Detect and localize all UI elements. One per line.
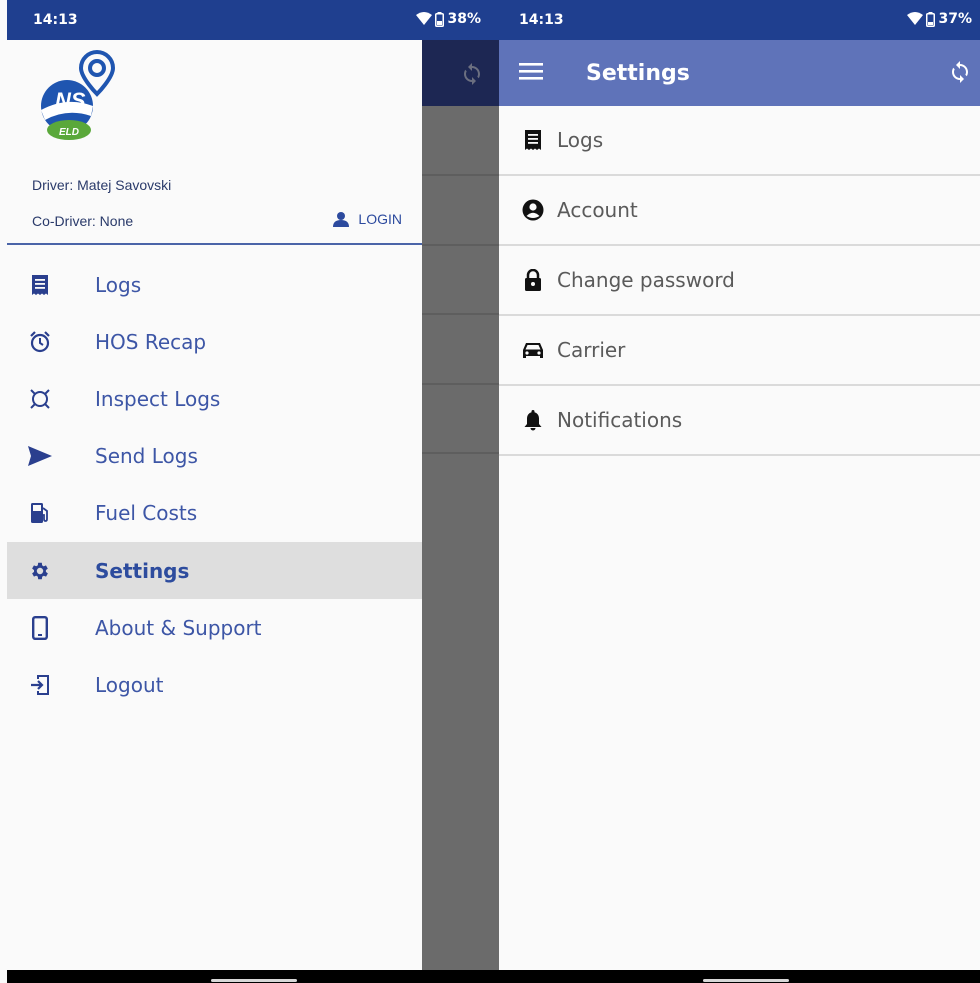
wifi-icon [416, 12, 433, 25]
alarm-clock-icon [25, 327, 55, 357]
gear-icon [25, 556, 55, 586]
settings-item-logs[interactable]: Logs [499, 106, 980, 176]
battery-icon [926, 11, 936, 27]
home-gesture-handle[interactable] [703, 979, 789, 982]
page-title: Settings [586, 61, 690, 86]
nav-item-logs[interactable]: Logs [7, 256, 422, 313]
status-bar: 14:13 38% [7, 0, 499, 40]
settings-item-carrier[interactable]: Carrier [499, 316, 980, 386]
battery-icon [435, 11, 445, 27]
app-bar: Settings [499, 40, 980, 106]
nav-item-label: Logs [95, 272, 142, 297]
svg-text:ELD: ELD [59, 127, 79, 138]
status-time: 14:13 [519, 12, 564, 28]
fuel-pump-icon [25, 498, 55, 528]
nav-item-send-logs[interactable]: Send Logs [7, 427, 422, 484]
nav-item-about-support[interactable]: About & Support [7, 599, 422, 656]
send-arrow-icon [25, 441, 55, 471]
svg-text:NS: NS [55, 88, 86, 113]
nav-item-hos-recap[interactable]: HOS Recap [7, 313, 422, 370]
status-bar: 14:13 37% [499, 0, 980, 40]
nav-item-label: About & Support [95, 615, 262, 640]
person-icon [333, 212, 350, 227]
wifi-icon [907, 12, 924, 25]
left-screen: 14:13 38% NS ELD Driver: Matej Savovski … [0, 0, 499, 983]
nav-item-logout[interactable]: Logout [7, 656, 422, 713]
sync-icon [464, 63, 480, 85]
hamburger-menu-icon[interactable] [519, 61, 543, 81]
system-nav-bar [7, 970, 499, 983]
settings-item-label: Change password [557, 268, 735, 292]
account-circle-icon [521, 198, 545, 222]
list-document-icon [25, 270, 55, 300]
status-icons: 37% [907, 11, 972, 27]
right-screen: 14:13 37% Settings Logs Account Change p… [499, 0, 980, 983]
status-time: 14:13 [33, 12, 78, 28]
nav-item-label: HOS Recap [95, 329, 207, 354]
sync-icon[interactable] [948, 60, 972, 84]
settings-item-label: Notifications [557, 408, 683, 432]
nav-item-label: Logout [95, 672, 164, 697]
settings-item-notifications[interactable]: Notifications [499, 386, 980, 456]
settings-item-label: Logs [557, 128, 604, 152]
drawer-divider [7, 243, 422, 245]
settings-item-change-password[interactable]: Change password [499, 246, 980, 316]
list-document-icon [521, 128, 545, 152]
lock-icon [521, 268, 545, 292]
system-nav-bar [499, 970, 980, 983]
inspect-scan-icon [25, 384, 55, 414]
login-label: LOGIN [358, 211, 402, 227]
driver-name: Driver: Matej Savovski [32, 177, 172, 193]
battery-percent: 37% [938, 11, 972, 27]
settings-item-label: Carrier [557, 338, 626, 362]
settings-item-account[interactable]: Account [499, 176, 980, 246]
navigation-drawer: NS ELD Driver: Matej Savovski Co-Driver:… [7, 40, 422, 970]
nav-item-settings[interactable]: Settings [7, 542, 422, 599]
home-gesture-handle[interactable] [211, 979, 297, 982]
car-icon [521, 338, 545, 362]
co-driver-name: Co-Driver: None [32, 213, 134, 229]
status-icons: 38% [416, 11, 481, 27]
settings-item-label: Account [557, 198, 638, 222]
nav-item-label: Send Logs [95, 443, 198, 468]
logout-icon [25, 670, 55, 700]
ns-eld-logo: NS ELD [41, 49, 116, 140]
drawer-scrim[interactable] [422, 106, 499, 970]
login-button[interactable]: LOGIN [332, 211, 402, 227]
battery-percent: 38% [447, 11, 481, 27]
nav-item-label: Fuel Costs [95, 500, 198, 525]
nav-item-fuel-costs[interactable]: Fuel Costs [7, 484, 422, 541]
nav-item-inspect-logs[interactable]: Inspect Logs [7, 370, 422, 427]
phone-device-icon [25, 613, 55, 643]
bell-icon [521, 408, 545, 432]
nav-item-label: Settings [95, 558, 190, 583]
nav-item-label: Inspect Logs [95, 386, 221, 411]
